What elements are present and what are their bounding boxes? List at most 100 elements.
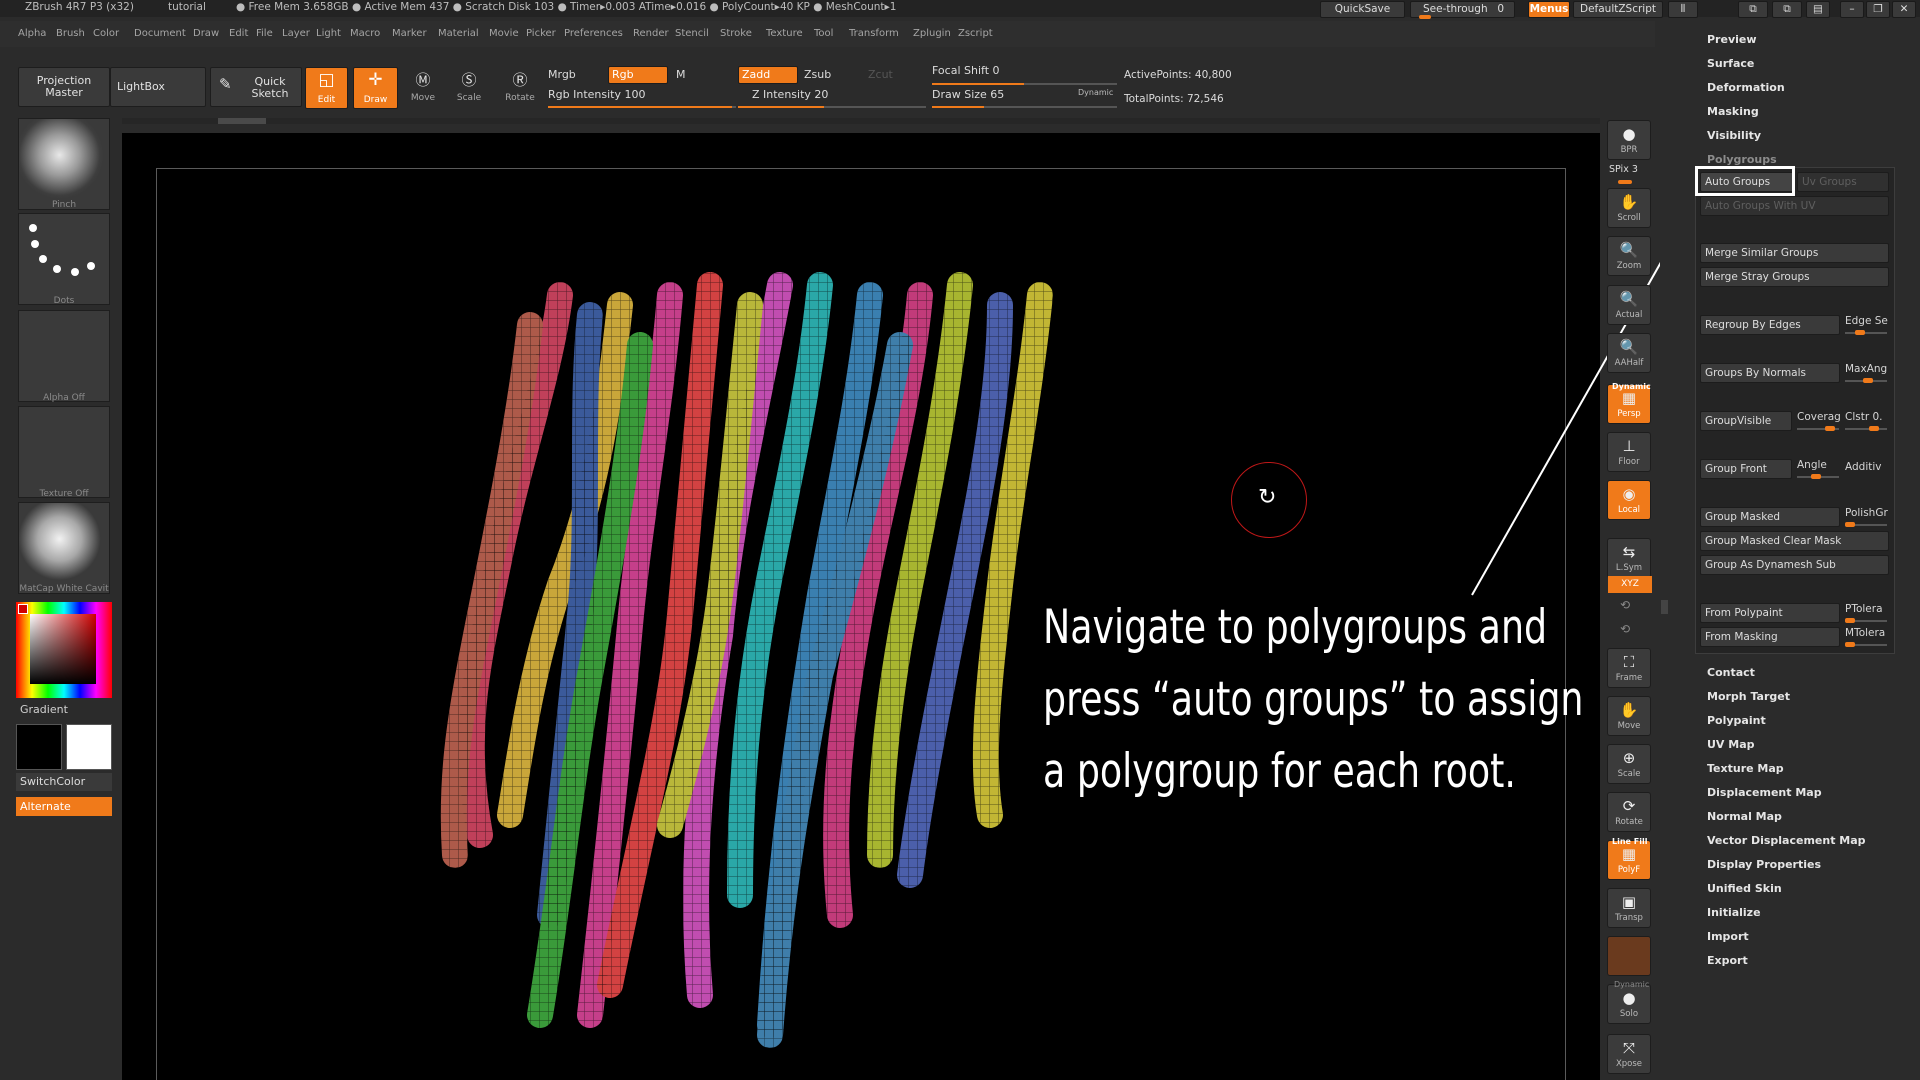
secondary-color-swatch[interactable]	[66, 724, 112, 770]
menu-surface[interactable]: Surface	[1707, 57, 1754, 70]
ptolerance-track[interactable]	[1845, 618, 1887, 623]
local-button[interactable]: ◉ Local	[1607, 480, 1651, 520]
ui-icon[interactable]: ⧉	[1738, 1, 1768, 18]
menu-marker[interactable]: Marker	[392, 21, 427, 47]
edit-button[interactable]: ◱ Edit	[305, 67, 348, 109]
solo-button[interactable]: ● Solo	[1607, 984, 1651, 1024]
menu-unified-skin[interactable]: Unified Skin	[1707, 882, 1782, 895]
menu-tool[interactable]: Tool	[814, 21, 833, 47]
rgb-intensity-slider[interactable]: Rgb Intensity 100	[548, 88, 645, 101]
menu-layer[interactable]: Layer	[282, 21, 310, 47]
spix-slider[interactable]: SPix 3	[1609, 164, 1638, 175]
aahalf-button[interactable]: 🔍 AAHalf	[1607, 333, 1651, 373]
max-angle-slider[interactable]: MaxAng	[1845, 363, 1891, 375]
menu-alpha[interactable]: Alpha	[18, 21, 46, 47]
spix-knob[interactable]	[1618, 180, 1632, 184]
cluster-track[interactable]	[1845, 426, 1887, 431]
mtolerance-slider[interactable]: MTolera	[1845, 627, 1891, 639]
ui2-icon[interactable]: ⧉	[1772, 1, 1802, 18]
menu-initialize[interactable]: Initialize	[1707, 906, 1761, 919]
menu-vector-displacement-map[interactable]: Vector Displacement Map	[1707, 834, 1866, 847]
from-polypaint-button[interactable]: From Polypaint	[1700, 603, 1840, 623]
actual-button[interactable]: 🔍 Actual	[1607, 285, 1651, 325]
menu-render[interactable]: Render	[633, 21, 669, 47]
focal-shift-slider[interactable]: Focal Shift 0	[932, 64, 1000, 77]
menu-uv-map[interactable]: UV Map	[1707, 738, 1755, 751]
layout-icon[interactable]: ⫴	[1668, 1, 1698, 18]
dynamic-toggle[interactable]: Dynamic	[1078, 88, 1113, 97]
regroup-by-edges-button[interactable]: Regroup By Edges	[1700, 315, 1840, 335]
menu-draw[interactable]: Draw	[193, 21, 219, 47]
angle-track[interactable]	[1797, 474, 1839, 479]
see-through-slider[interactable]: See-through 0	[1410, 1, 1515, 19]
zcut-toggle[interactable]: Zcut	[868, 68, 893, 81]
z-intensity-track[interactable]	[738, 106, 926, 108]
close-icon[interactable]: ✕	[1892, 1, 1916, 18]
menu-normal-map[interactable]: Normal Map	[1707, 810, 1782, 823]
menu-stroke[interactable]: Stroke	[720, 21, 752, 47]
coverage-slider[interactable]: Coverag	[1797, 411, 1841, 423]
default-zscript-button[interactable]: DefaultZScript	[1573, 1, 1663, 18]
focal-shift-track[interactable]	[932, 83, 1117, 85]
transp-button[interactable]: ▣ Transp	[1607, 888, 1651, 928]
menu-macro[interactable]: Macro	[350, 21, 380, 47]
draw-size-slider[interactable]: Draw Size 65	[932, 88, 1004, 101]
panel-collapse-handle[interactable]	[1661, 600, 1668, 614]
group-as-dynamesh-sub-button[interactable]: Group As Dynamesh Sub	[1700, 555, 1889, 575]
zoom-button[interactable]: 🔍 Zoom	[1607, 236, 1651, 276]
brush-thumbnail[interactable]	[18, 118, 110, 210]
main-color-swatch[interactable]	[16, 724, 62, 770]
polygroups-title[interactable]: Polygroups	[1707, 153, 1777, 166]
menu-import[interactable]: Import	[1707, 930, 1749, 943]
gradient-label[interactable]: Gradient	[20, 703, 68, 716]
xyz-symmetry-button[interactable]: XYZ	[1608, 576, 1652, 593]
merge-stray-groups-button[interactable]: Merge Stray Groups	[1700, 267, 1889, 287]
restore-icon[interactable]: ❐	[1866, 1, 1890, 18]
lightbox-button[interactable]: LightBox	[110, 67, 206, 107]
draw-button[interactable]: ✛ Draw	[353, 67, 398, 109]
zsub-toggle[interactable]: Zsub	[804, 68, 831, 81]
polyf-button[interactable]: ▦ PolyF	[1607, 840, 1651, 880]
scroll-thumb[interactable]	[218, 118, 266, 124]
menu-morph-target[interactable]: Morph Target	[1707, 690, 1790, 703]
menu-masking[interactable]: Masking	[1707, 105, 1759, 118]
menu-stencil[interactable]: Stencil	[675, 21, 709, 47]
rgb-toggle[interactable]: Rgb	[608, 66, 668, 84]
menu-movie[interactable]: Movie	[489, 21, 519, 47]
move-button[interactable]: ✋ Move	[1607, 696, 1651, 736]
group-front-button[interactable]: Group Front	[1700, 459, 1792, 479]
projection-master-button[interactable]: Projection Master	[18, 67, 110, 107]
stroke-thumbnail[interactable]	[18, 213, 110, 305]
rotate-button[interactable]: ⟳ Rotate	[1607, 792, 1651, 832]
group-masked-clear-mask-button[interactable]: Group Masked Clear Mask	[1700, 531, 1889, 551]
xpose-button[interactable]: ⤧ Xpose	[1607, 1034, 1651, 1074]
l-sym-button[interactable]: ⇆ L.Sym	[1607, 538, 1651, 578]
mrgb-toggle[interactable]: Mrgb	[548, 68, 576, 81]
scale-button[interactable]: ⊕ Scale	[1607, 744, 1651, 784]
ghost-button[interactable]	[1607, 936, 1651, 976]
scale-button[interactable]: Ⓢ Scale	[452, 70, 486, 106]
floor-button[interactable]: ⊥ Floor	[1607, 432, 1651, 472]
quick-sketch-button[interactable]: ✎ Quick Sketch	[210, 67, 302, 107]
menu-visibility[interactable]: Visibility	[1707, 129, 1761, 142]
rotate-button[interactable]: Ⓡ Rotate	[502, 70, 538, 106]
edge-sensitivity-slider[interactable]: Edge Se	[1845, 315, 1891, 327]
texture-thumbnail[interactable]	[18, 406, 110, 498]
quicksave-button[interactable]: QuickSave	[1320, 1, 1405, 18]
ptolerance-slider[interactable]: PTolera	[1845, 603, 1891, 615]
auto-groups-with-uv-button[interactable]: Auto Groups With UV	[1700, 196, 1889, 216]
merge-similar-groups-button[interactable]: Merge Similar Groups	[1700, 243, 1889, 263]
menu-polypaint[interactable]: Polypaint	[1707, 714, 1766, 727]
polish-groups-slider[interactable]: PolishGr	[1845, 507, 1891, 519]
menu-display-properties[interactable]: Display Properties	[1707, 858, 1821, 871]
additive-toggle[interactable]: Additiv	[1845, 461, 1891, 473]
bpr-button[interactable]: ● BPR	[1607, 120, 1651, 160]
color-square[interactable]	[30, 614, 96, 684]
uv-groups-button[interactable]: Uv Groups	[1797, 172, 1889, 192]
max-angle-track[interactable]	[1845, 378, 1887, 383]
menu-deformation[interactable]: Deformation	[1707, 81, 1785, 94]
menu-transform[interactable]: Transform	[849, 21, 899, 47]
menu-material[interactable]: Material	[438, 21, 479, 47]
draw-size-track[interactable]	[932, 106, 1117, 108]
hair-roots-model[interactable]	[440, 255, 1080, 1080]
